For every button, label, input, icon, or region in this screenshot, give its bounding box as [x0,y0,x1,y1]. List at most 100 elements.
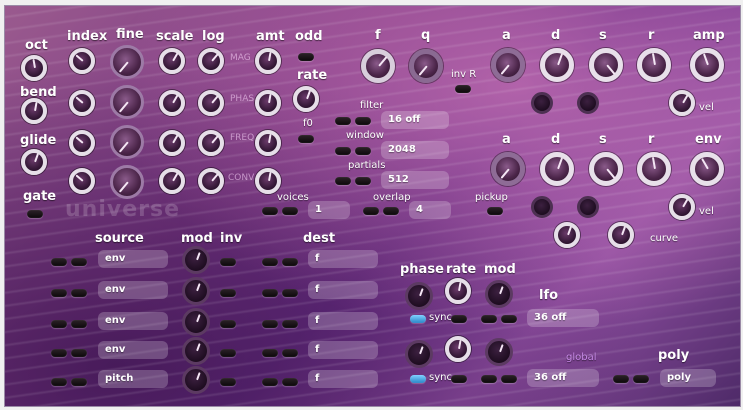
partials-dec-button[interactable] [335,177,351,185]
lfo1-inc-button[interactable] [501,315,517,323]
inv-toggle[interactable] [220,289,236,297]
overlap-field[interactable]: 4 [409,201,451,219]
curve-knob-2[interactable] [608,222,634,248]
partials-field[interactable]: 512 [381,171,449,189]
env-d-mod-knob[interactable] [577,196,599,218]
lfo1-dec-button[interactable] [481,315,497,323]
env-s-knob[interactable] [589,152,623,186]
index-knob-2[interactable] [69,90,95,116]
overlap-inc-button[interactable] [383,207,399,215]
lfo2-inc-button[interactable] [501,375,517,383]
mod-amount-knob[interactable] [182,337,210,365]
mod-amount-knob[interactable] [182,246,210,274]
index-knob-4[interactable] [69,168,95,194]
window-field[interactable]: 2048 [381,141,449,159]
lfo2-sync-toggle[interactable] [410,375,426,383]
dest-dec-button[interactable] [262,378,278,386]
index-knob-1[interactable] [69,48,95,74]
window-inc-button[interactable] [355,147,371,155]
amp-vel-knob[interactable] [669,90,695,116]
lfo1-phase-knob[interactable] [405,282,433,310]
fine-knob-2[interactable] [110,85,144,119]
lfo1-sync-toggle[interactable] [410,315,426,323]
inv-toggle[interactable] [220,378,236,386]
dest-dec-button[interactable] [262,320,278,328]
env-a-mod-knob[interactable] [531,196,553,218]
env-knob[interactable] [690,152,724,186]
lfo2-dec-button[interactable] [481,375,497,383]
source-inc-button[interactable] [71,320,87,328]
dest-inc-button[interactable] [282,289,298,297]
source-field[interactable]: env [98,250,168,268]
filter-field[interactable]: 16 off [381,111,449,129]
dest-inc-button[interactable] [282,349,298,357]
inv-toggle[interactable] [220,320,236,328]
scale-knob-3[interactable] [159,130,185,156]
dest-inc-button[interactable] [282,378,298,386]
dest-inc-button[interactable] [282,320,298,328]
mod-amount-knob[interactable] [182,366,210,394]
dest-field[interactable]: f [308,370,378,388]
source-dec-button[interactable] [51,378,67,386]
amt-knob-1[interactable] [255,48,281,74]
bend-knob[interactable] [21,98,47,124]
lfo1-rate-knob[interactable] [445,278,471,304]
dest-inc-button[interactable] [282,258,298,266]
voices-dec-button[interactable] [262,207,278,215]
fine-knob-3[interactable] [110,125,144,159]
dest-dec-button[interactable] [262,349,278,357]
dest-dec-button[interactable] [262,258,278,266]
f0-toggle[interactable] [298,135,314,143]
source-inc-button[interactable] [71,378,87,386]
gate-toggle[interactable] [27,210,43,218]
lfo2-field[interactable]: 36 off [527,369,599,387]
curve-knob-1[interactable] [554,222,580,248]
env-vel-knob[interactable] [669,194,695,220]
overlap-dec-button[interactable] [363,207,379,215]
mod-amount-knob[interactable] [182,308,210,336]
amp-s-knob[interactable] [589,48,623,82]
lfo1-field[interactable]: 36 off [527,309,599,327]
pickup-toggle[interactable] [487,207,503,215]
rate-knob[interactable] [293,86,319,112]
amp-a-knob[interactable] [491,48,525,82]
oct-knob[interactable] [21,55,47,81]
fine-knob-1[interactable] [110,45,144,79]
source-field[interactable]: env [98,281,168,299]
source-dec-button[interactable] [51,349,67,357]
scale-knob-2[interactable] [159,90,185,116]
amp-d-knob[interactable] [540,48,574,82]
scale-knob-4[interactable] [159,168,185,194]
source-dec-button[interactable] [51,289,67,297]
inv-toggle[interactable] [220,349,236,357]
log-knob-4[interactable] [198,168,224,194]
filter-inc-button[interactable] [355,117,371,125]
partials-inc-button[interactable] [355,177,371,185]
amt-knob-4[interactable] [255,168,281,194]
dest-dec-button[interactable] [262,289,278,297]
lfo2-phase-knob[interactable] [405,340,433,368]
amp-d-mod-knob[interactable] [577,92,599,114]
f-knob[interactable] [361,49,395,83]
lfo1-toggle[interactable] [451,315,467,323]
lfo1-mod-knob[interactable] [485,280,513,308]
log-knob-1[interactable] [198,48,224,74]
log-knob-3[interactable] [198,130,224,156]
voices-field[interactable]: 1 [308,201,350,219]
poly-dec-button[interactable] [613,375,629,383]
lfo2-rate-knob[interactable] [445,336,471,362]
lfo2-toggle[interactable] [451,375,467,383]
voices-inc-button[interactable] [282,207,298,215]
inv-toggle[interactable] [220,258,236,266]
index-knob-3[interactable] [69,130,95,156]
log-knob-2[interactable] [198,90,224,116]
source-inc-button[interactable] [71,289,87,297]
source-dec-button[interactable] [51,258,67,266]
env-d-knob[interactable] [540,152,574,186]
fine-knob-4[interactable] [110,165,144,199]
poly-field[interactable]: poly [660,369,716,387]
amp-r-knob[interactable] [637,48,671,82]
source-inc-button[interactable] [71,349,87,357]
mod-amount-knob[interactable] [182,277,210,305]
source-field[interactable]: pitch [98,370,168,388]
